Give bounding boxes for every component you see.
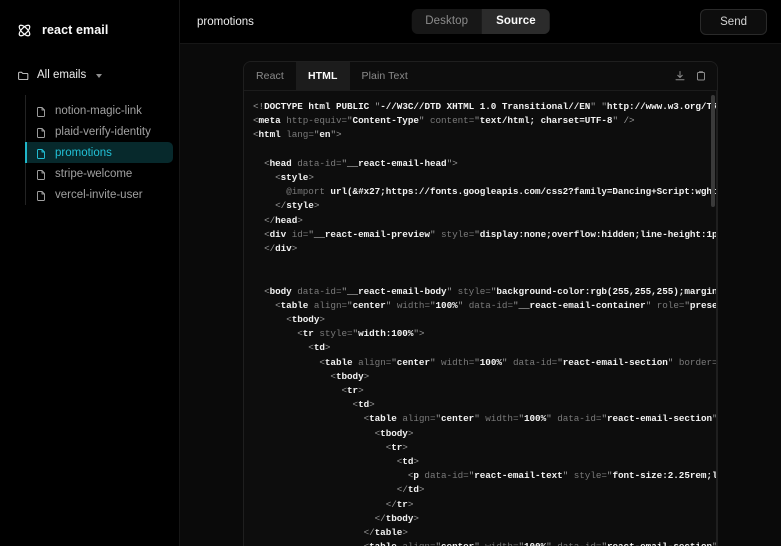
sidebar-item-label: stripe-welcome bbox=[55, 167, 133, 180]
file-icon bbox=[35, 168, 47, 180]
file-icon bbox=[35, 147, 47, 159]
atom-icon bbox=[16, 22, 33, 39]
file-icon bbox=[35, 126, 47, 138]
code-tab-react[interactable]: React bbox=[244, 62, 296, 90]
view-toggle: Desktop Source bbox=[411, 9, 550, 34]
sidebar-email-list: notion-magic-link plaid-verify-identity bbox=[25, 95, 179, 205]
tab-desktop[interactable]: Desktop bbox=[411, 9, 482, 34]
brand[interactable]: react email bbox=[0, 0, 179, 46]
content-area: React HTML Plain Text <!DOCTYPE html PUB… bbox=[180, 44, 781, 546]
sidebar-item-vercel-invite-user[interactable]: vercel-invite-user bbox=[26, 184, 173, 205]
sidebar-item-notion-magic-link[interactable]: notion-magic-link bbox=[26, 100, 173, 121]
topbar: promotions Desktop Source Send bbox=[180, 0, 781, 44]
app-root: react email All emails notion-magic-link… bbox=[0, 0, 781, 546]
code-scrollbar-thumb[interactable] bbox=[711, 95, 715, 207]
sidebar-item-label: promotions bbox=[55, 146, 112, 159]
copy-icon[interactable] bbox=[695, 70, 707, 82]
code-body[interactable]: <!DOCTYPE html PUBLIC "-//W3C//DTD XHTML… bbox=[244, 91, 717, 546]
file-icon bbox=[35, 189, 47, 201]
folder-icon bbox=[17, 69, 30, 82]
code-tabs: React HTML Plain Text bbox=[244, 62, 717, 91]
code-tab-html[interactable]: HTML bbox=[295, 62, 350, 90]
tab-source[interactable]: Source bbox=[482, 9, 550, 34]
file-icon bbox=[35, 105, 47, 117]
sidebar: react email All emails notion-magic-link… bbox=[0, 0, 180, 546]
sidebar-folder-all-emails[interactable]: All emails bbox=[0, 64, 179, 86]
sidebar-item-stripe-welcome[interactable]: stripe-welcome bbox=[26, 163, 173, 184]
chevron-down-icon bbox=[96, 73, 103, 78]
code-tab-plain-text[interactable]: Plain Text bbox=[350, 62, 420, 90]
page-title: promotions bbox=[197, 15, 254, 28]
code-tab-actions bbox=[674, 62, 717, 90]
send-button[interactable]: Send bbox=[700, 8, 767, 35]
sidebar-item-plaid-verify-identity[interactable]: plaid-verify-identity bbox=[26, 121, 173, 142]
sidebar-item-label: plaid-verify-identity bbox=[55, 125, 151, 138]
code-panel: React HTML Plain Text <!DOCTYPE html PUB… bbox=[243, 61, 718, 546]
sidebar-item-promotions[interactable]: promotions bbox=[25, 142, 173, 163]
code-content: <!DOCTYPE html PUBLIC "-//W3C//DTD XHTML… bbox=[253, 101, 717, 546]
download-icon[interactable] bbox=[674, 70, 686, 82]
sidebar-item-label: vercel-invite-user bbox=[55, 188, 143, 201]
main-area: promotions Desktop Source Send React HTM… bbox=[180, 0, 781, 546]
sidebar-item-label: notion-magic-link bbox=[55, 104, 142, 117]
sidebar-folder-label: All emails bbox=[37, 69, 87, 81]
brand-label: react email bbox=[42, 23, 109, 37]
